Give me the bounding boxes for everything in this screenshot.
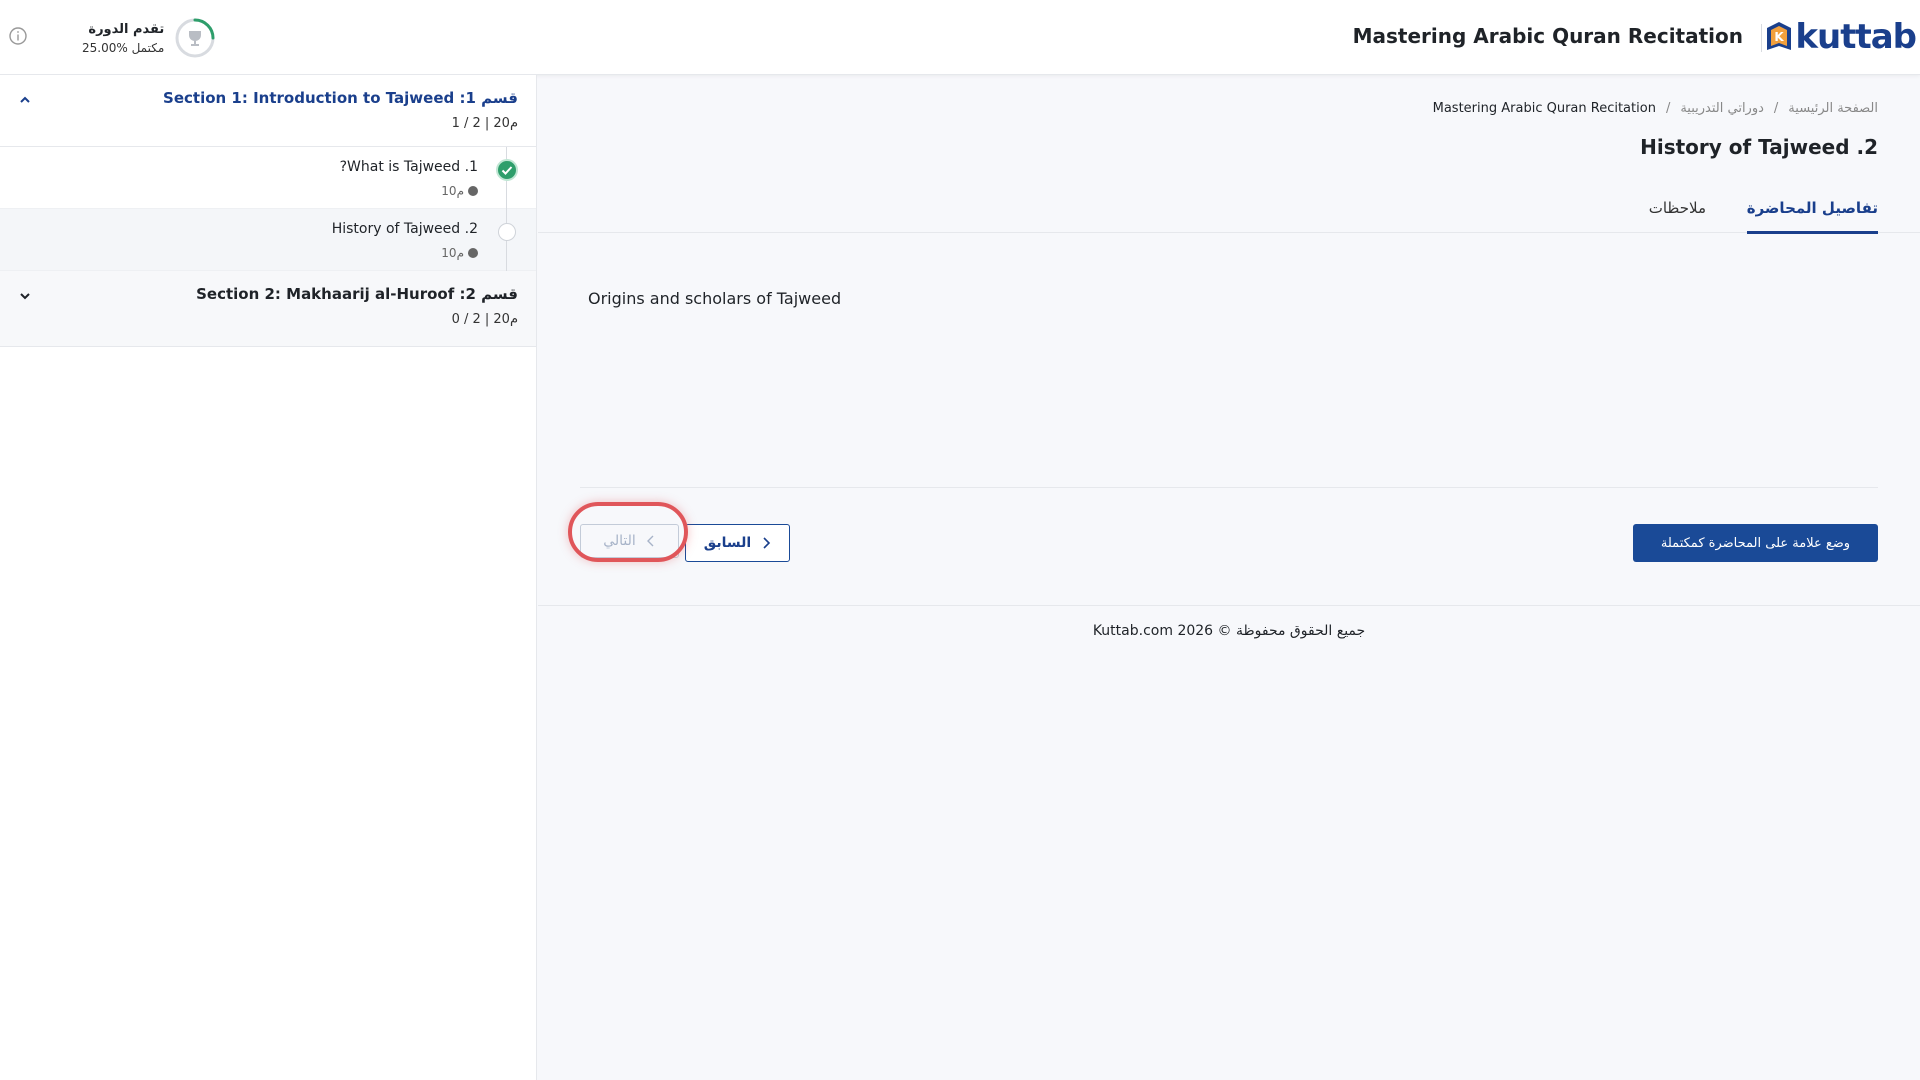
content-divider — [580, 487, 1878, 488]
svg-text:K: K — [1775, 30, 1785, 44]
lecture-tabs: تفاصيل المحاضرة ملاحظات — [538, 185, 1920, 234]
breadcrumb-my-courses[interactable]: دوراتي التدريبية — [1680, 101, 1764, 116]
next-button[interactable]: التالي — [580, 524, 679, 558]
lecture-title: 2. History of Tajweed — [1640, 135, 1878, 159]
footer-divider — [538, 605, 1920, 606]
progress-text: تقدم الدورة 25.00% مكتمل — [82, 22, 164, 55]
lesson-duration: 10م — [441, 184, 478, 198]
course-progress[interactable]: تقدم الدورة 25.00% مكتمل — [82, 16, 216, 60]
course-title: Mastering Arabic Quran Recitation — [1352, 24, 1743, 48]
progress-value: 25.00% مكتمل — [82, 40, 165, 55]
tab-notes[interactable]: ملاحظات — [1649, 199, 1706, 231]
footer-copyright: جميع الحقوق محفوظة © 2026 Kuttab.com — [1092, 623, 1366, 639]
mark-complete-button[interactable]: وضع علامة على المحاضرة كمكتملة — [1633, 524, 1878, 562]
lesson-title: 2. History of Tajweed — [331, 221, 478, 237]
section-meta: 0 / 2 | 20م — [451, 312, 518, 327]
chevron-left-icon — [646, 535, 654, 547]
chevron-right-icon — [763, 537, 771, 549]
progress-label: تقدم الدورة — [88, 21, 165, 37]
breadcrumb-current: Mastering Arabic Quran Recitation — [1432, 101, 1656, 116]
info-icon — [9, 27, 27, 45]
completed-check-icon — [496, 159, 518, 181]
logo-book-icon: K — [1767, 22, 1792, 50]
breadcrumb-separator: / — [1773, 101, 1779, 116]
lesson-item-1[interactable]: 1. What is Tajweed? 10م — [0, 147, 536, 209]
breadcrumb: الصفحة الرئيسية / دوراتي التدريبية / Mas… — [1433, 101, 1878, 116]
chevron-up-icon[interactable] — [18, 93, 32, 107]
lesson-title: 1. What is Tajweed? — [339, 159, 478, 175]
pending-status-icon — [498, 223, 516, 241]
top-header: K kuttab Mastering Arabic Quran Recitati… — [0, 0, 1920, 75]
trophy-icon — [189, 31, 202, 46]
curriculum-sidebar: قسم 1: Section 1: Introduction to Tajwee… — [0, 75, 537, 1080]
duration-text: 10م — [441, 246, 464, 260]
kuttab-logo[interactable]: K kuttab — [1765, 16, 1917, 58]
info-button[interactable] — [0, 18, 36, 54]
chevron-down-icon[interactable] — [18, 289, 32, 303]
header-divider — [1761, 24, 1762, 52]
progress-ring — [175, 18, 215, 58]
breadcrumb-separator: / — [1665, 101, 1671, 116]
section-1-header[interactable]: قسم 1: Section 1: Introduction to Tajwee… — [0, 75, 536, 147]
previous-label: السابق — [703, 535, 752, 551]
lesson-item-2[interactable]: 2. History of Tajweed 10م — [0, 209, 536, 271]
section-2-header[interactable]: قسم 2: Section 2: Makhaarij al-Huroof 0 … — [0, 271, 536, 347]
lecture-main: الصفحة الرئيسية / دوراتي التدريبية / Mas… — [538, 75, 1920, 1080]
play-icon — [468, 248, 478, 258]
lesson-duration: 10م — [441, 246, 478, 260]
tab-lecture-details[interactable]: تفاصيل المحاضرة — [1746, 199, 1878, 234]
lecture-description: Origins and scholars of Tajweed — [588, 289, 842, 308]
previous-button[interactable]: السابق — [685, 524, 790, 562]
section-title: قسم 1: Section 1: Introduction to Tajwee… — [163, 89, 518, 107]
section-meta: 1 / 2 | 20م — [451, 116, 518, 131]
breadcrumb-home[interactable]: الصفحة الرئيسية — [1788, 101, 1878, 116]
next-label: التالي — [603, 533, 636, 549]
section-title: قسم 2: Section 2: Makhaarij al-Huroof — [196, 285, 518, 303]
play-icon — [468, 186, 478, 196]
logo-text: kuttab — [1795, 17, 1917, 57]
duration-text: 10م — [441, 184, 464, 198]
